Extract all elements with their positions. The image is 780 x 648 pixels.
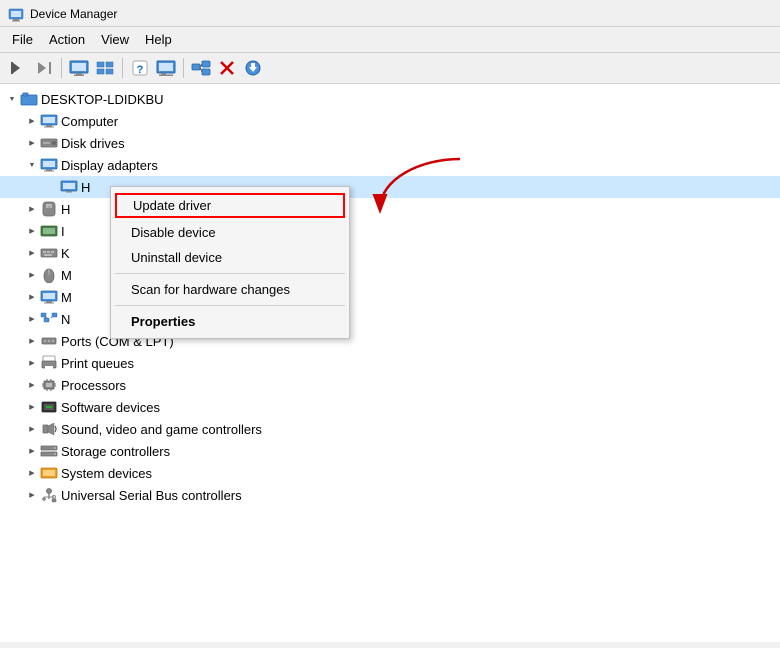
tree-item-system[interactable]: System devices bbox=[0, 462, 780, 484]
hid-expand[interactable] bbox=[24, 201, 40, 217]
grid-btn[interactable] bbox=[154, 56, 178, 80]
disk-expand[interactable] bbox=[24, 135, 40, 151]
monitors-expand[interactable] bbox=[24, 289, 40, 305]
ports-expand[interactable] bbox=[24, 333, 40, 349]
storage-expand[interactable] bbox=[24, 443, 40, 459]
computer-label: Computer bbox=[61, 114, 118, 129]
ctx-sep-1 bbox=[115, 273, 345, 274]
toolbar-sep-3 bbox=[183, 58, 184, 78]
download-btn[interactable] bbox=[241, 56, 265, 80]
titlebar-icon bbox=[8, 6, 24, 22]
keyboard-expand[interactable] bbox=[24, 245, 40, 261]
sound-expand[interactable] bbox=[24, 421, 40, 437]
ctx-sep-2 bbox=[115, 305, 345, 306]
menu-action[interactable]: Action bbox=[41, 29, 93, 50]
svg-text:?: ? bbox=[137, 64, 144, 76]
monitors-label: M bbox=[61, 290, 72, 305]
ide-icon bbox=[40, 223, 58, 239]
storage-label: Storage controllers bbox=[61, 444, 170, 459]
menu-help[interactable]: Help bbox=[137, 29, 180, 50]
mice-icon bbox=[40, 267, 58, 283]
monitors-icon bbox=[40, 289, 58, 305]
hid-label: H bbox=[61, 202, 70, 217]
menu-bar: File Action View Help bbox=[0, 27, 780, 53]
mice-expand[interactable] bbox=[24, 267, 40, 283]
system-icon bbox=[40, 465, 58, 481]
ports-icon bbox=[40, 333, 58, 349]
tree-item-disk[interactable]: Disk drives bbox=[0, 132, 780, 154]
mice-label: M bbox=[61, 268, 72, 283]
software-label: Software devices bbox=[61, 400, 160, 415]
toolbar-sep-1 bbox=[61, 58, 62, 78]
tree-item-proc[interactable]: Processors bbox=[0, 374, 780, 396]
toolbar-sep-2 bbox=[122, 58, 123, 78]
usb-expand[interactable] bbox=[24, 487, 40, 503]
tree-item-sound[interactable]: Sound, video and game controllers bbox=[0, 418, 780, 440]
software-icon bbox=[40, 399, 58, 415]
ctx-properties[interactable]: Properties bbox=[111, 309, 349, 334]
ctx-uninstall-device[interactable]: Uninstall device bbox=[111, 245, 349, 270]
tree-item-display[interactable]: Display adapters bbox=[0, 154, 780, 176]
computer-expand[interactable] bbox=[24, 113, 40, 129]
sound-label: Sound, video and game controllers bbox=[61, 422, 262, 437]
menu-file[interactable]: File bbox=[4, 29, 41, 50]
list-btn[interactable] bbox=[93, 56, 117, 80]
display-child-icon bbox=[60, 179, 78, 195]
sound-icon bbox=[40, 421, 58, 437]
keyboard-label: K bbox=[61, 246, 70, 261]
context-menu: Update driver Disable device Uninstall d… bbox=[110, 186, 350, 339]
display-icon bbox=[40, 157, 58, 173]
display-expand[interactable] bbox=[24, 157, 40, 173]
usb-label: Universal Serial Bus controllers bbox=[61, 488, 242, 503]
system-label: System devices bbox=[61, 466, 152, 481]
proc-expand[interactable] bbox=[24, 377, 40, 393]
tree-item-storage[interactable]: Storage controllers bbox=[0, 440, 780, 462]
display-child-label: H bbox=[81, 180, 90, 195]
menu-view[interactable]: View bbox=[93, 29, 137, 50]
computer-icon bbox=[40, 113, 58, 129]
network-icon bbox=[40, 311, 58, 327]
window-title: Device Manager bbox=[30, 7, 117, 21]
print-icon bbox=[40, 355, 58, 371]
network-label: N bbox=[61, 312, 70, 327]
toolbar: ? bbox=[0, 53, 780, 84]
tree-item-print[interactable]: Print queues bbox=[0, 352, 780, 374]
back-button[interactable] bbox=[6, 56, 30, 80]
disk-icon bbox=[40, 135, 58, 151]
system-expand[interactable] bbox=[24, 465, 40, 481]
disk-label: Disk drives bbox=[61, 136, 125, 151]
computer-btn[interactable] bbox=[67, 56, 91, 80]
keyboard-icon bbox=[40, 245, 58, 261]
forward-button[interactable] bbox=[32, 56, 56, 80]
print-label: Print queues bbox=[61, 356, 134, 371]
ide-label: I bbox=[61, 224, 65, 239]
root-label: DESKTOP-LDIDKBU bbox=[41, 92, 164, 107]
main-content: DESKTOP-LDIDKBU Computer Disk drives bbox=[0, 84, 780, 642]
ctx-update-driver[interactable]: Update driver bbox=[115, 193, 345, 218]
print-expand[interactable] bbox=[24, 355, 40, 371]
storage-icon bbox=[40, 443, 58, 459]
ctx-disable-device[interactable]: Disable device bbox=[111, 220, 349, 245]
display-label: Display adapters bbox=[61, 158, 158, 173]
usb-icon bbox=[40, 487, 58, 503]
software-expand[interactable] bbox=[24, 399, 40, 415]
tree-item-usb[interactable]: Universal Serial Bus controllers bbox=[0, 484, 780, 506]
network-expand[interactable] bbox=[24, 311, 40, 327]
tree-item-software[interactable]: Software devices bbox=[0, 396, 780, 418]
root-expand[interactable] bbox=[4, 91, 20, 107]
proc-label: Processors bbox=[61, 378, 126, 393]
root-icon bbox=[20, 91, 38, 107]
help-btn[interactable]: ? bbox=[128, 56, 152, 80]
tree-item-computer[interactable]: Computer bbox=[0, 110, 780, 132]
network-btn[interactable] bbox=[189, 56, 213, 80]
proc-icon bbox=[40, 377, 58, 393]
title-bar: Device Manager bbox=[0, 0, 780, 27]
ctx-scan[interactable]: Scan for hardware changes bbox=[111, 277, 349, 302]
delete-btn[interactable] bbox=[215, 56, 239, 80]
tree-root[interactable]: DESKTOP-LDIDKBU bbox=[0, 88, 780, 110]
ide-expand[interactable] bbox=[24, 223, 40, 239]
hid-icon bbox=[40, 201, 58, 217]
